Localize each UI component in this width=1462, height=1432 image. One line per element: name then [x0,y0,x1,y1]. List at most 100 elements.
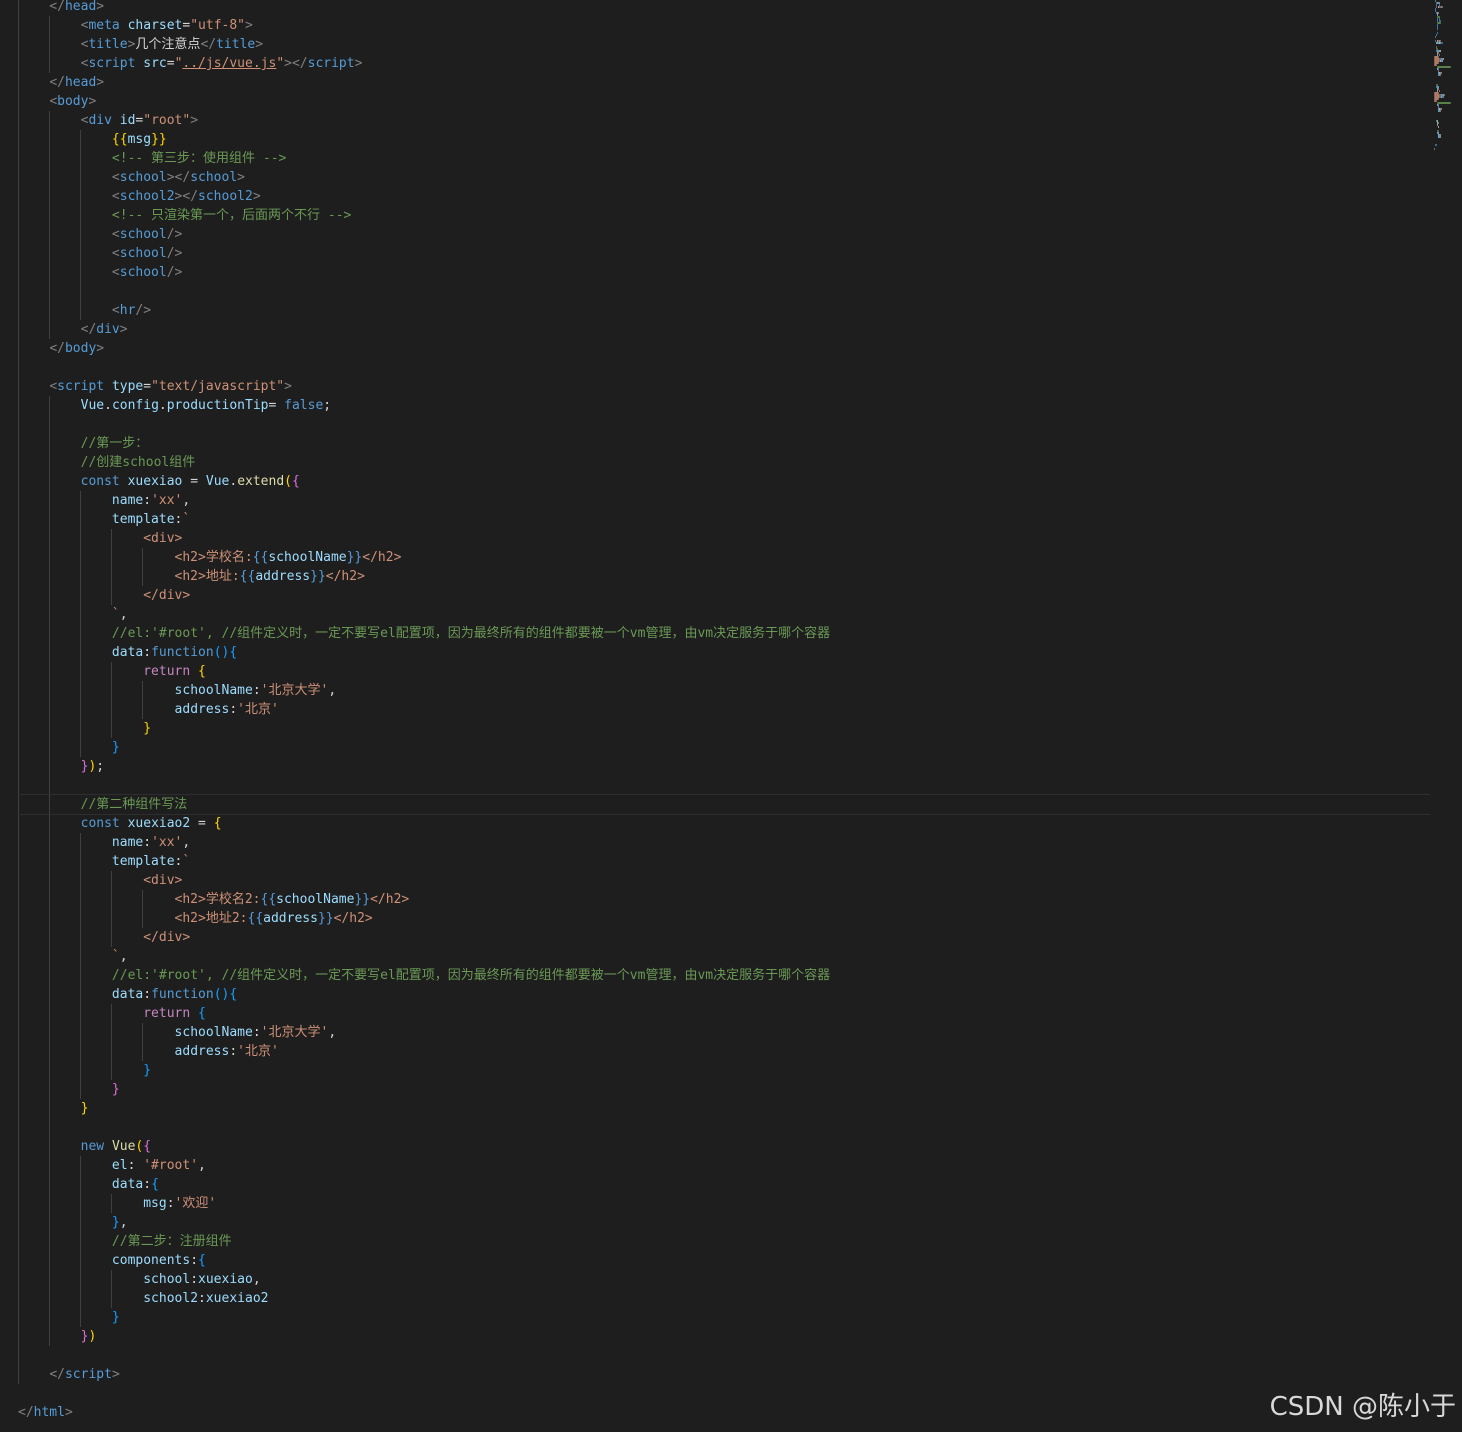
code-line: <!-- 第三步：使用组件 --> [0,149,286,168]
code-token: xuexiao [198,1272,253,1287]
code-token: const [80,474,120,489]
code-token: > [119,322,128,337]
code-token: xuexiao2 [205,1291,269,1306]
code-token: {{ [260,892,277,907]
code-line: } [0,1099,89,1118]
code-token: id [119,113,136,128]
code-token: </ [18,0,65,14]
code-line: //el:'#root', //组件定义时，一定不要写el配置项，因为最终所有的… [0,966,830,985]
code-line: school:xuexiao, [0,1270,260,1289]
code-token: '#root' [143,1158,199,1173]
code-line: <script type="text/javascript"> [0,377,292,396]
code-token: school [143,1272,191,1287]
minimap-mark [1443,58,1445,60]
code-token: 'xx' [151,835,183,850]
code-token: ) [88,1329,97,1344]
code-line: </head> [0,0,104,16]
code-token: : [229,702,238,717]
code-line: <!-- 只渲染第一个，后面两个不行 --> [0,206,351,225]
minimap-mark [1434,148,1436,150]
code-token: script [307,56,355,71]
code-token: </ [49,75,65,90]
code-token: </div> [18,930,191,945]
code-token: </h2> [370,892,410,907]
code-token: body [64,341,97,356]
minimap-mark [1442,6,1444,8]
code-token: > [284,379,292,394]
code-line: } [0,719,151,738]
code-line: components:{ [0,1251,206,1270]
minimap[interactable] [1434,0,1462,160]
code-token: , [119,1215,128,1230]
code-token: school [119,246,167,261]
code-token: : [143,493,152,508]
code-token: src [143,56,167,71]
code-token: xuexiao2 [127,816,191,831]
code-line: } [0,738,120,757]
code-line: } [0,1061,151,1080]
code-token: </ [49,341,65,356]
code-line: {{msg}} [0,130,167,149]
code-token: //第二步：注册组件 [111,1234,232,1249]
minimap-mark [1436,28,1439,30]
code-line: name:'xx', [0,491,190,510]
code-token: , [182,493,191,508]
code-token: . [158,398,167,413]
code-token: el [111,1158,128,1173]
code-token: </ [80,322,97,337]
minimap-mark [1438,126,1440,128]
code-line: msg:'欢迎' [0,1194,216,1213]
code-token: }} [346,550,363,565]
code-line: <div> [0,529,182,548]
code-token: schoolName [268,550,347,565]
code-token: <h2>学校名: [18,550,253,565]
code-line: <meta charset="utf-8"> [0,16,253,35]
code-token: xuexiao [127,474,183,489]
code-token: , [119,607,128,622]
code-token: body [57,94,89,109]
code-token: > [96,341,105,356]
code-token: < [111,227,120,242]
code-editor[interactable]: </head> <meta charset="utf-8"> <title>几个… [0,0,1432,1432]
code-token: < [111,189,120,204]
code-token: return [143,1006,191,1021]
code-token: extend [237,474,285,489]
code-token: new [80,1139,105,1154]
code-line: const xuexiao2 = { [0,814,222,833]
code-token: title [216,37,256,52]
code-token: ; [96,759,105,774]
code-token: //第二种组件写法 [80,797,188,812]
code-token: , [328,1025,337,1040]
code-token: < [111,265,120,280]
code-token: = [182,474,206,489]
code-token: /> [135,303,152,318]
code-token: : [143,987,152,1002]
code-line: <div> [0,871,182,890]
